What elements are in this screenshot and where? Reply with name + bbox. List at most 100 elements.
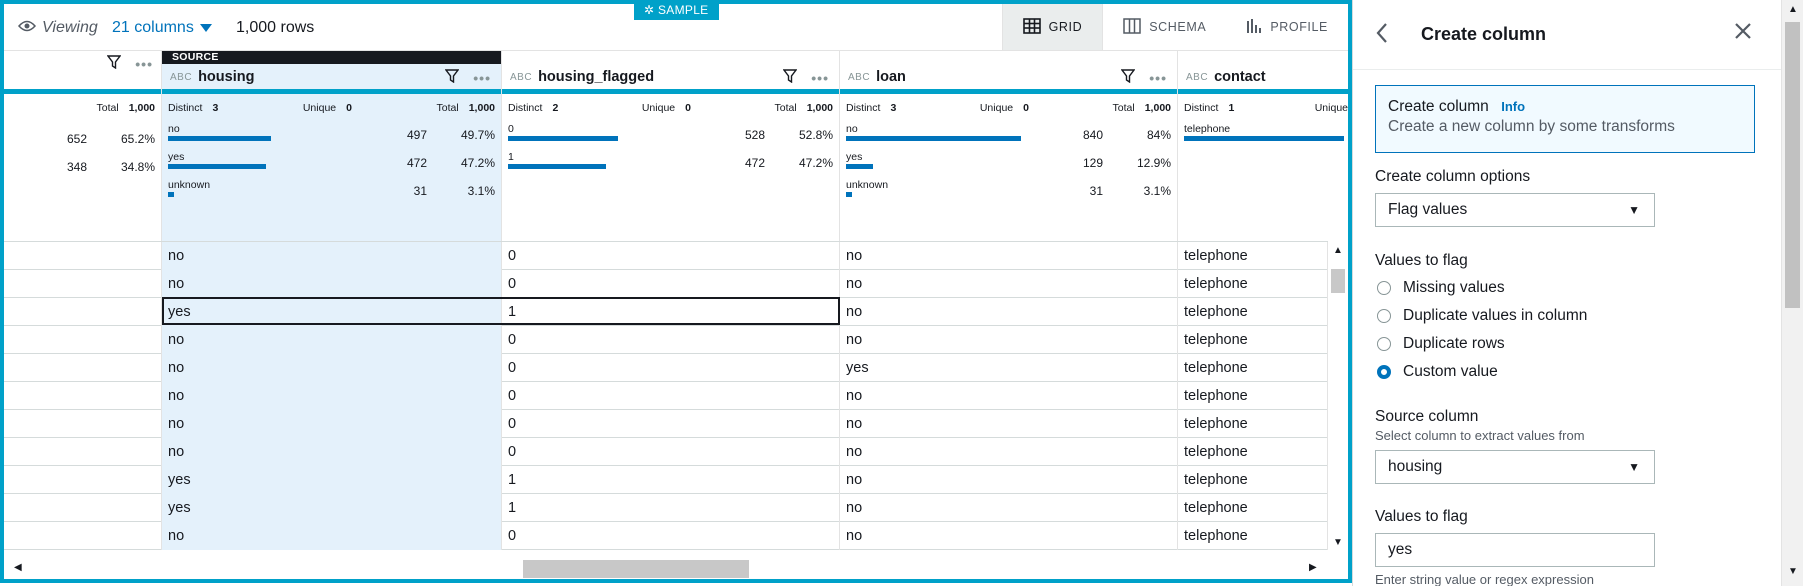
options-select[interactable]: Flag values ▼ <box>1375 193 1655 227</box>
table-cell[interactable]: no <box>840 382 1178 410</box>
table-cell[interactable]: yes <box>840 354 1178 382</box>
table-cell[interactable]: telephone <box>1178 326 1328 354</box>
table-cell[interactable]: 0 <box>502 242 840 270</box>
column-contact[interactable]: ABC contact Distinct 1 Unique telephone <box>1178 51 1348 241</box>
radio-button-selected[interactable] <box>1377 365 1391 379</box>
table-cell[interactable] <box>4 382 162 410</box>
column-header[interactable]: ABC contact <box>1178 65 1348 89</box>
table-cell[interactable]: no <box>162 522 502 550</box>
table-cell[interactable]: no <box>162 354 502 382</box>
table-cell[interactable]: telephone <box>1178 242 1328 270</box>
table-cell[interactable]: no <box>840 438 1178 466</box>
table-cell[interactable]: telephone <box>1178 382 1328 410</box>
vertical-scrollbar[interactable]: ▲ ▼ <box>1328 241 1348 552</box>
table-cell[interactable]: telephone <box>1178 354 1328 382</box>
table-cell[interactable]: 1 <box>502 466 840 494</box>
table-cell[interactable]: 0 <box>502 410 840 438</box>
table-cell[interactable]: yes <box>162 466 502 494</box>
scroll-left-icon[interactable]: ◀ <box>14 562 22 573</box>
radio-button[interactable] <box>1377 309 1391 323</box>
more-options-icon[interactable]: ••• <box>473 70 491 86</box>
filter-icon[interactable] <box>444 69 460 86</box>
table-cell[interactable]: no <box>162 410 502 438</box>
columns-selector[interactable]: 21 columns <box>112 19 212 37</box>
table-cell[interactable]: no <box>840 410 1178 438</box>
table-cell[interactable]: 0 <box>502 382 840 410</box>
table-cell[interactable]: 0 <box>502 522 840 550</box>
table-cell[interactable]: no <box>162 438 502 466</box>
source-column-select[interactable]: housing ▼ <box>1375 450 1655 484</box>
scroll-right-icon[interactable]: ▶ <box>1309 562 1317 573</box>
table-cell[interactable]: no <box>840 270 1178 298</box>
table-cell[interactable] <box>4 242 162 270</box>
more-options-icon[interactable]: ••• <box>1149 70 1167 86</box>
radio-duplicate-rows[interactable]: Duplicate rows <box>1377 335 1505 353</box>
table-cell[interactable]: 1 <box>502 494 840 522</box>
radio-custom-value[interactable]: Custom value <box>1377 363 1498 381</box>
filter-icon[interactable] <box>782 69 798 86</box>
table-cell[interactable]: 1 <box>502 298 840 326</box>
table-cell[interactable]: no <box>162 242 502 270</box>
table-cell[interactable]: 0 <box>502 326 840 354</box>
table-cell[interactable]: telephone <box>1178 410 1328 438</box>
column-housing[interactable]: SOURCE ABC housing ••• Distinct 3 Unique 0… <box>162 51 502 241</box>
table-cell[interactable]: yes <box>162 298 502 326</box>
table-cell[interactable] <box>4 326 162 354</box>
table-cell[interactable] <box>4 410 162 438</box>
table-cell[interactable]: telephone <box>1178 522 1328 550</box>
columns-label[interactable]: 21 columns <box>112 19 194 37</box>
table-cell[interactable]: telephone <box>1178 494 1328 522</box>
close-icon[interactable] <box>1733 20 1753 48</box>
filter-icon[interactable] <box>106 55 122 72</box>
table-cell[interactable]: no <box>162 382 502 410</box>
table-cell[interactable] <box>4 438 162 466</box>
table-cell[interactable]: telephone <box>1178 298 1328 326</box>
table-cell[interactable] <box>4 354 162 382</box>
table-cell[interactable]: no <box>840 466 1178 494</box>
scroll-up-icon[interactable]: ▲ <box>1333 245 1343 256</box>
radio-button[interactable] <box>1377 337 1391 351</box>
table-cell[interactable] <box>4 298 162 326</box>
table-cell[interactable]: no <box>840 242 1178 270</box>
table-cell[interactable]: 0 <box>502 354 840 382</box>
column-housing-flagged[interactable]: ABC housing_flagged ••• Distinct 2 Unique… <box>502 51 840 241</box>
table-cell[interactable]: no <box>840 298 1178 326</box>
panel-scrollbar[interactable]: ▲ ▼ <box>1781 0 1803 586</box>
horizontal-scrollbar[interactable]: ◀ ▶ <box>4 557 1348 579</box>
filter-icon[interactable] <box>1120 69 1136 86</box>
radio-duplicate-values[interactable]: Duplicate values in column <box>1377 307 1587 325</box>
radio-button[interactable] <box>1377 281 1391 295</box>
table-cell[interactable]: no <box>162 326 502 354</box>
column-partial[interactable]: ••• Total 1,000 652 65.2% 348 34.8% <box>4 51 162 241</box>
grid-view-button[interactable]: GRID <box>1001 4 1103 50</box>
table-cell[interactable]: telephone <box>1178 270 1328 298</box>
table-cell[interactable] <box>4 270 162 298</box>
more-options-icon[interactable]: ••• <box>135 56 153 72</box>
table-cell[interactable]: telephone <box>1178 438 1328 466</box>
table-cell[interactable]: no <box>840 326 1178 354</box>
table-cell[interactable]: 0 <box>502 270 840 298</box>
horizontal-scroll-thumb[interactable] <box>523 560 749 578</box>
scroll-down-icon[interactable]: ▼ <box>1788 566 1798 577</box>
table-cell[interactable]: 0 <box>502 438 840 466</box>
table-cell[interactable]: telephone <box>1178 466 1328 494</box>
info-link[interactable]: Info <box>1501 99 1525 114</box>
table-cell[interactable]: no <box>840 522 1178 550</box>
scroll-down-icon[interactable]: ▼ <box>1333 537 1343 548</box>
table-cell[interactable]: no <box>162 270 502 298</box>
schema-view-button[interactable]: SCHEMA <box>1102 4 1226 50</box>
sample-badge[interactable]: ✲ SAMPLE <box>634 4 719 20</box>
table-cell[interactable] <box>4 522 162 550</box>
radio-missing-values[interactable]: Missing values <box>1377 279 1505 297</box>
table-cell[interactable]: no <box>840 494 1178 522</box>
table-cell[interactable] <box>4 494 162 522</box>
table-cell[interactable]: yes <box>162 494 502 522</box>
panel-scroll-thumb[interactable] <box>1785 22 1800 308</box>
vertical-scroll-thumb[interactable] <box>1331 269 1345 293</box>
scroll-up-icon[interactable]: ▲ <box>1788 4 1798 15</box>
back-icon[interactable] <box>1375 22 1389 50</box>
flag-values-input[interactable]: yes <box>1375 533 1655 567</box>
profile-view-button[interactable]: PROFILE <box>1226 4 1348 50</box>
more-options-icon[interactable]: ••• <box>811 70 829 86</box>
column-loan[interactable]: ABC loan ••• Distinct 3 Unique 0 Total 1,00… <box>840 51 1178 241</box>
